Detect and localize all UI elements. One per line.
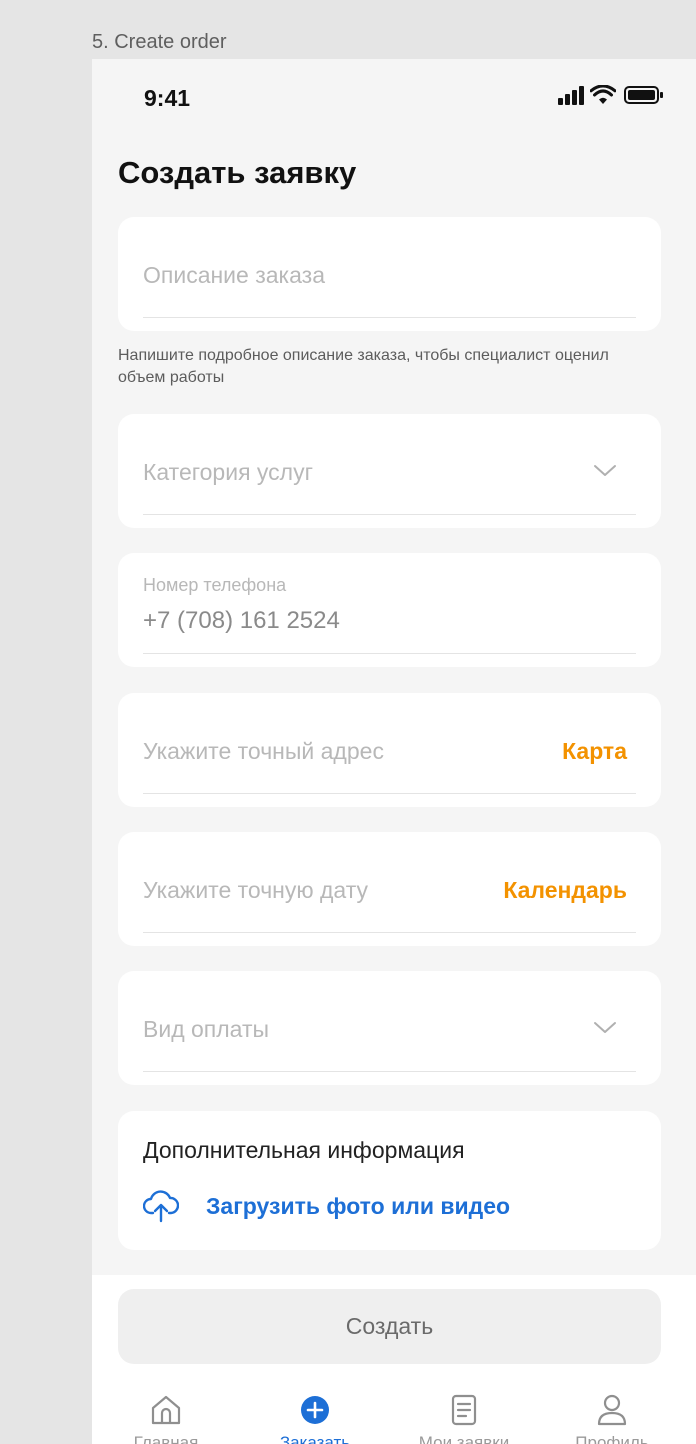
description-field[interactable]: Описание заказа (118, 217, 661, 331)
cellular-signal-icon (558, 86, 584, 105)
field-underline (143, 317, 636, 318)
upload-cloud-icon (143, 1190, 179, 1223)
payment-select[interactable]: Вид оплаты (118, 971, 661, 1085)
home-icon (151, 1395, 181, 1425)
tab-label: Мои заявки (418, 1433, 510, 1444)
date-field[interactable]: Укажите точную дату Календарь (118, 832, 661, 946)
chevron-down-icon (594, 1022, 616, 1033)
map-link[interactable]: Карта (562, 738, 627, 765)
tab-label: Главная (133, 1433, 199, 1444)
field-underline (143, 932, 636, 933)
frame-label: 5. Create order (92, 31, 227, 53)
status-icons (558, 85, 668, 107)
category-select[interactable]: Категория услуг (118, 414, 661, 528)
tab-label: Профиль (575, 1433, 649, 1444)
description-hint: Напишите подробное описание заказа, чтоб… (118, 347, 609, 386)
calendar-link[interactable]: Календарь (503, 877, 627, 904)
field-underline (143, 653, 636, 654)
plus-circle-icon (301, 1396, 329, 1424)
phone-value: +7 (708) 161 2524 (143, 607, 340, 634)
status-time: 9:41 (144, 85, 191, 111)
status-bar: 9:41 (92, 59, 696, 139)
tab-order[interactable]: Заказать (255, 1393, 375, 1444)
payment-placeholder: Вид оплаты (143, 1016, 270, 1042)
battery-icon (624, 86, 663, 104)
user-icon (597, 1394, 627, 1426)
category-placeholder: Категория услуг (143, 459, 313, 485)
document-icon (451, 1394, 477, 1426)
extra-info-title: Дополнительная информация (143, 1137, 465, 1163)
upload-label: Загрузить фото или видео (206, 1193, 511, 1219)
tab-home[interactable]: Главная (106, 1393, 226, 1444)
page-title: Создать заявку (118, 155, 357, 190)
address-field[interactable]: Укажите точный адрес Карта (118, 693, 661, 807)
phone-screen: 9:41 Создать заявку Описание заказа Напи… (92, 59, 696, 1444)
phone-label: Номер телефона (143, 575, 287, 595)
tab-label: Заказать (279, 1433, 351, 1444)
chevron-down-icon (594, 465, 616, 476)
wifi-icon (590, 85, 616, 104)
field-underline (143, 514, 636, 515)
description-placeholder: Описание заказа (143, 262, 325, 288)
field-underline (143, 1071, 636, 1072)
field-underline (143, 793, 636, 794)
create-button[interactable]: Создать (118, 1289, 661, 1364)
upload-button[interactable]: Загрузить фото или видео (143, 1189, 563, 1225)
date-placeholder: Укажите точную дату (143, 877, 369, 903)
address-placeholder: Укажите точный адрес (143, 738, 384, 764)
extra-info-card: Дополнительная информация Загрузить фото… (118, 1111, 661, 1250)
tab-my-orders[interactable]: Мои заявки (404, 1393, 524, 1444)
tab-profile[interactable]: Профиль (552, 1393, 672, 1444)
bottom-panel: Создать Главная Заказать Мои заявки Проф… (92, 1275, 696, 1444)
phone-field[interactable]: Номер телефона +7 (708) 161 2524 (118, 553, 661, 667)
